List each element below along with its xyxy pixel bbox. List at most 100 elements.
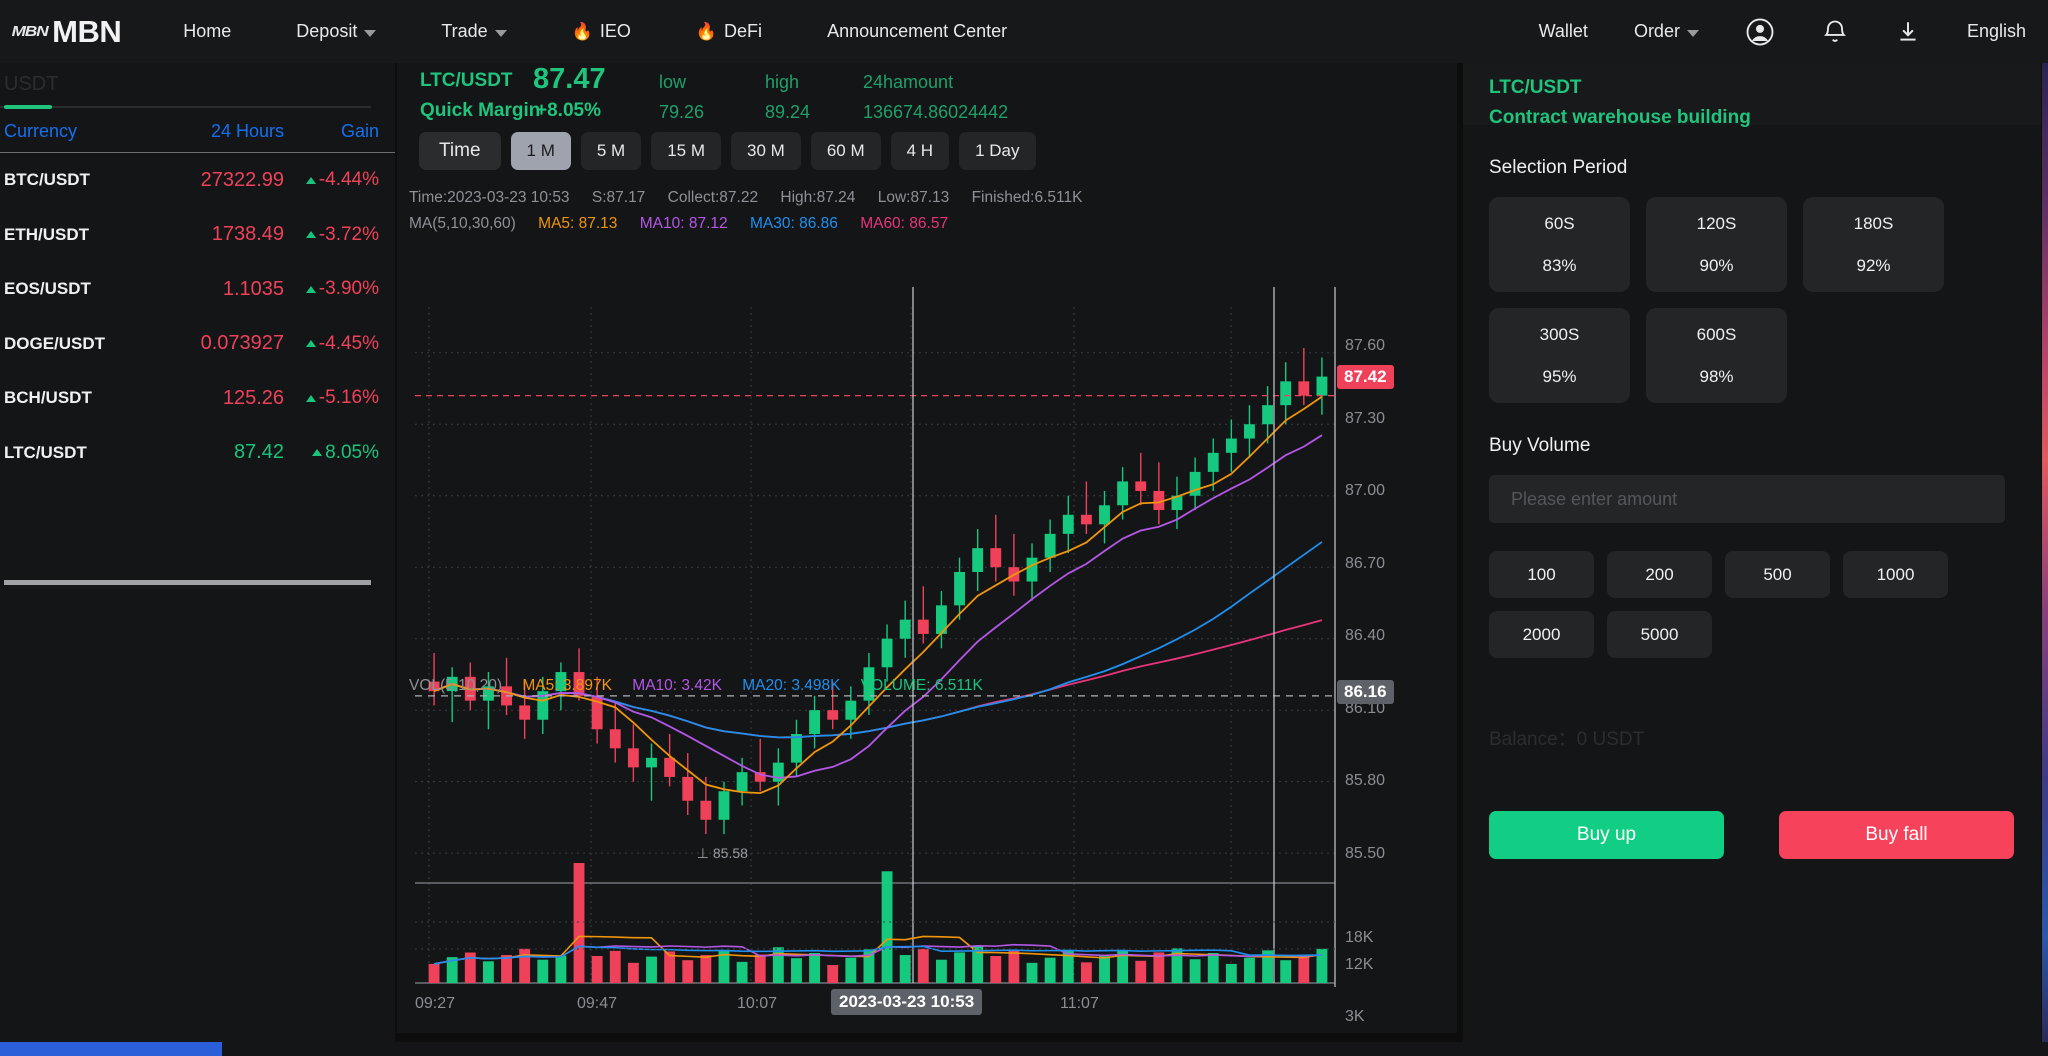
table-row[interactable]: EOS/USDT 1.1035 -3.90% xyxy=(0,262,395,317)
timeframe-15m[interactable]: 15 M xyxy=(651,132,722,170)
table-row[interactable]: BTC/USDT 27322.99 -4.44% xyxy=(0,153,395,208)
top-navbar: MBN MBN Home Deposit Trade 🔥 IEO 🔥 DeFi xyxy=(0,0,2048,63)
brand-mark-icon: MBN xyxy=(11,23,49,40)
period-option-120s[interactable]: 120S 90% xyxy=(1646,197,1787,292)
period-rate: 98% xyxy=(1699,366,1734,386)
y-tick: 87.30 xyxy=(1345,410,1386,427)
table-row[interactable]: ETH/USDT 1738.49 -3.72% xyxy=(0,208,395,263)
nav-links: Home Deposit Trade 🔥 IEO 🔥 DeFi Announce… xyxy=(183,21,1072,42)
period-grid: 60S 83% 120S 90% 180S 92% 300S 95% 600S xyxy=(1489,197,2015,403)
row-symbol: BCH/USDT xyxy=(4,388,92,408)
nav-item-home[interactable]: Home xyxy=(183,21,231,42)
quick-amount-1000[interactable]: 1000 xyxy=(1843,551,1948,598)
quick-amount-500[interactable]: 500 xyxy=(1725,551,1830,598)
row-gain: 8.05% xyxy=(284,442,379,464)
timeframe-5m[interactable]: 5 M xyxy=(580,132,642,170)
period-option-600s[interactable]: 600S 98% xyxy=(1646,308,1787,403)
chart-canvas: ⊥ 85.58 xyxy=(415,287,1336,987)
y-tick: 85.50 xyxy=(1345,845,1386,862)
ticker-pair: LTC/USDT xyxy=(420,70,513,91)
triangle-up-icon xyxy=(312,449,323,457)
x-tick: 09:47 xyxy=(577,995,618,1012)
timeframe-1day[interactable]: 1 Day xyxy=(959,132,1036,170)
quick-amount-2000[interactable]: 2000 xyxy=(1489,611,1594,658)
download-icon[interactable] xyxy=(1895,19,1921,45)
y-tick: 85.80 xyxy=(1345,772,1386,789)
y-tick: 86.40 xyxy=(1345,627,1386,644)
row-price: 27322.99 xyxy=(200,168,284,191)
nav-item-order-label: Order xyxy=(1633,21,1680,41)
volume-y-tick: 3K xyxy=(1345,1008,1365,1025)
nav-item-language-label: English xyxy=(1966,21,2026,41)
volume-ma20: MA20: 3.498K xyxy=(742,677,841,694)
nav-item-defi-label: DeFi xyxy=(724,21,763,41)
volume-ma10: MA10: 3.42K xyxy=(632,677,722,694)
nav-item-deposit[interactable]: Deposit xyxy=(296,21,377,42)
quick-amount-5000[interactable]: 5000 xyxy=(1607,611,1712,658)
market-tab-usdt[interactable]: USDT xyxy=(4,73,58,96)
trading-app: MBN MBN Home Deposit Trade 🔥 IEO 🔥 DeFi xyxy=(0,0,2048,1056)
timeframe-1m[interactable]: 1 M xyxy=(510,132,571,170)
period-option-180s[interactable]: 180S 92% xyxy=(1803,197,1944,292)
nav-item-order[interactable]: Order xyxy=(1634,21,1699,42)
nav-item-wallet[interactable]: Wallet xyxy=(1539,21,1588,42)
buy-amount-input[interactable] xyxy=(1489,475,2005,523)
column-header-currency: Currency xyxy=(4,120,78,141)
row-symbol: LTC/USDT xyxy=(4,442,87,462)
market-tab-underline xyxy=(4,105,52,109)
nav-item-defi[interactable]: 🔥 DeFi xyxy=(696,21,762,42)
quick-amount-200[interactable]: 200 xyxy=(1607,551,1712,598)
row-gain: -4.45% xyxy=(284,333,379,355)
fire-icon: 🔥 xyxy=(571,21,593,41)
buy-fall-button[interactable]: Buy fall xyxy=(1779,811,2014,859)
sidebar-scrollbar[interactable] xyxy=(4,578,371,587)
quick-amount-100[interactable]: 100 xyxy=(1489,551,1594,598)
nav-item-announcement-center[interactable]: Announcement Center xyxy=(827,21,1007,42)
ohlc-high: High:87.24 xyxy=(780,189,856,206)
row-gain-value: -3.72% xyxy=(318,223,379,245)
ma5-value: MA5: 87.13 xyxy=(538,215,618,232)
triangle-up-icon xyxy=(305,231,316,239)
period-rate: 90% xyxy=(1699,255,1734,275)
period-option-60s[interactable]: 60S 83% xyxy=(1489,197,1630,292)
column-header-gain: Gain xyxy=(340,120,379,141)
y-tick: 87.60 xyxy=(1345,337,1386,354)
row-gain: -5.16% xyxy=(284,387,379,409)
timeframe-time-label[interactable]: Time xyxy=(419,132,501,170)
ohlc-open: S:87.17 xyxy=(591,189,646,206)
page-scrollbar-track[interactable] xyxy=(0,1042,2048,1056)
nav-item-language[interactable]: English xyxy=(1967,21,2026,42)
y-tick: 87.00 xyxy=(1345,482,1386,499)
ticker-quick-margin-label: Quick Margin xyxy=(420,100,541,121)
brand-logo[interactable]: MBN MBN xyxy=(11,14,122,50)
nav-item-trade[interactable]: Trade xyxy=(441,21,507,42)
ticker-amount-value: 136674.86024442 xyxy=(863,102,1009,122)
candlestick-chart[interactable]: ⊥ 85.58 Time:2023-03-23 10:53 S:87.17 Co… xyxy=(397,177,1457,1033)
timeframe-60m[interactable]: 60 M xyxy=(810,132,881,170)
crosshair-time-tag: 2023-03-23 10:53 xyxy=(831,989,983,1015)
ohlc-readout: Time:2023-03-23 10:53 S:87.17 Collect:87… xyxy=(409,189,1100,207)
period-option-300s[interactable]: 300S 95% xyxy=(1489,308,1630,403)
row-gain-value: -5.16% xyxy=(318,387,379,409)
x-tick: 09:27 xyxy=(415,995,456,1012)
triangle-up-icon xyxy=(305,340,316,348)
selection-period-label: Selection Period xyxy=(1489,157,1628,178)
ohlc-collect: Collect:87.22 xyxy=(667,189,759,206)
buy-volume-label: Buy Volume xyxy=(1489,435,1591,456)
chart-section: LTC/USDT Quick Margin 87.47 +8.05% low 7… xyxy=(397,63,1457,1033)
chevron-down-icon xyxy=(364,30,377,37)
volume-value: VOLUME: 6.511K xyxy=(860,677,983,694)
nav-item-ieo[interactable]: 🔥 IEO xyxy=(572,21,631,42)
row-price: 0.073927 xyxy=(200,332,284,355)
table-row[interactable]: BCH/USDT 125.26 -5.16% xyxy=(0,371,395,426)
trade-panel: LTC/USDT Contract warehouse building Sel… xyxy=(1463,63,2041,1056)
timeframe-30m[interactable]: 30 M xyxy=(731,132,801,170)
page-scrollbar-thumb[interactable] xyxy=(0,1042,222,1056)
x-tick: 10:07 xyxy=(737,995,778,1012)
table-row[interactable]: LTC/USDT 87.42 8.05% xyxy=(0,426,395,481)
user-circle-icon[interactable] xyxy=(1745,17,1775,47)
bell-icon[interactable] xyxy=(1821,18,1849,46)
table-row[interactable]: DOGE/USDT 0.073927 -4.45% xyxy=(0,317,395,372)
timeframe-4h[interactable]: 4 H xyxy=(890,132,950,170)
buy-up-button[interactable]: Buy up xyxy=(1489,811,1724,859)
